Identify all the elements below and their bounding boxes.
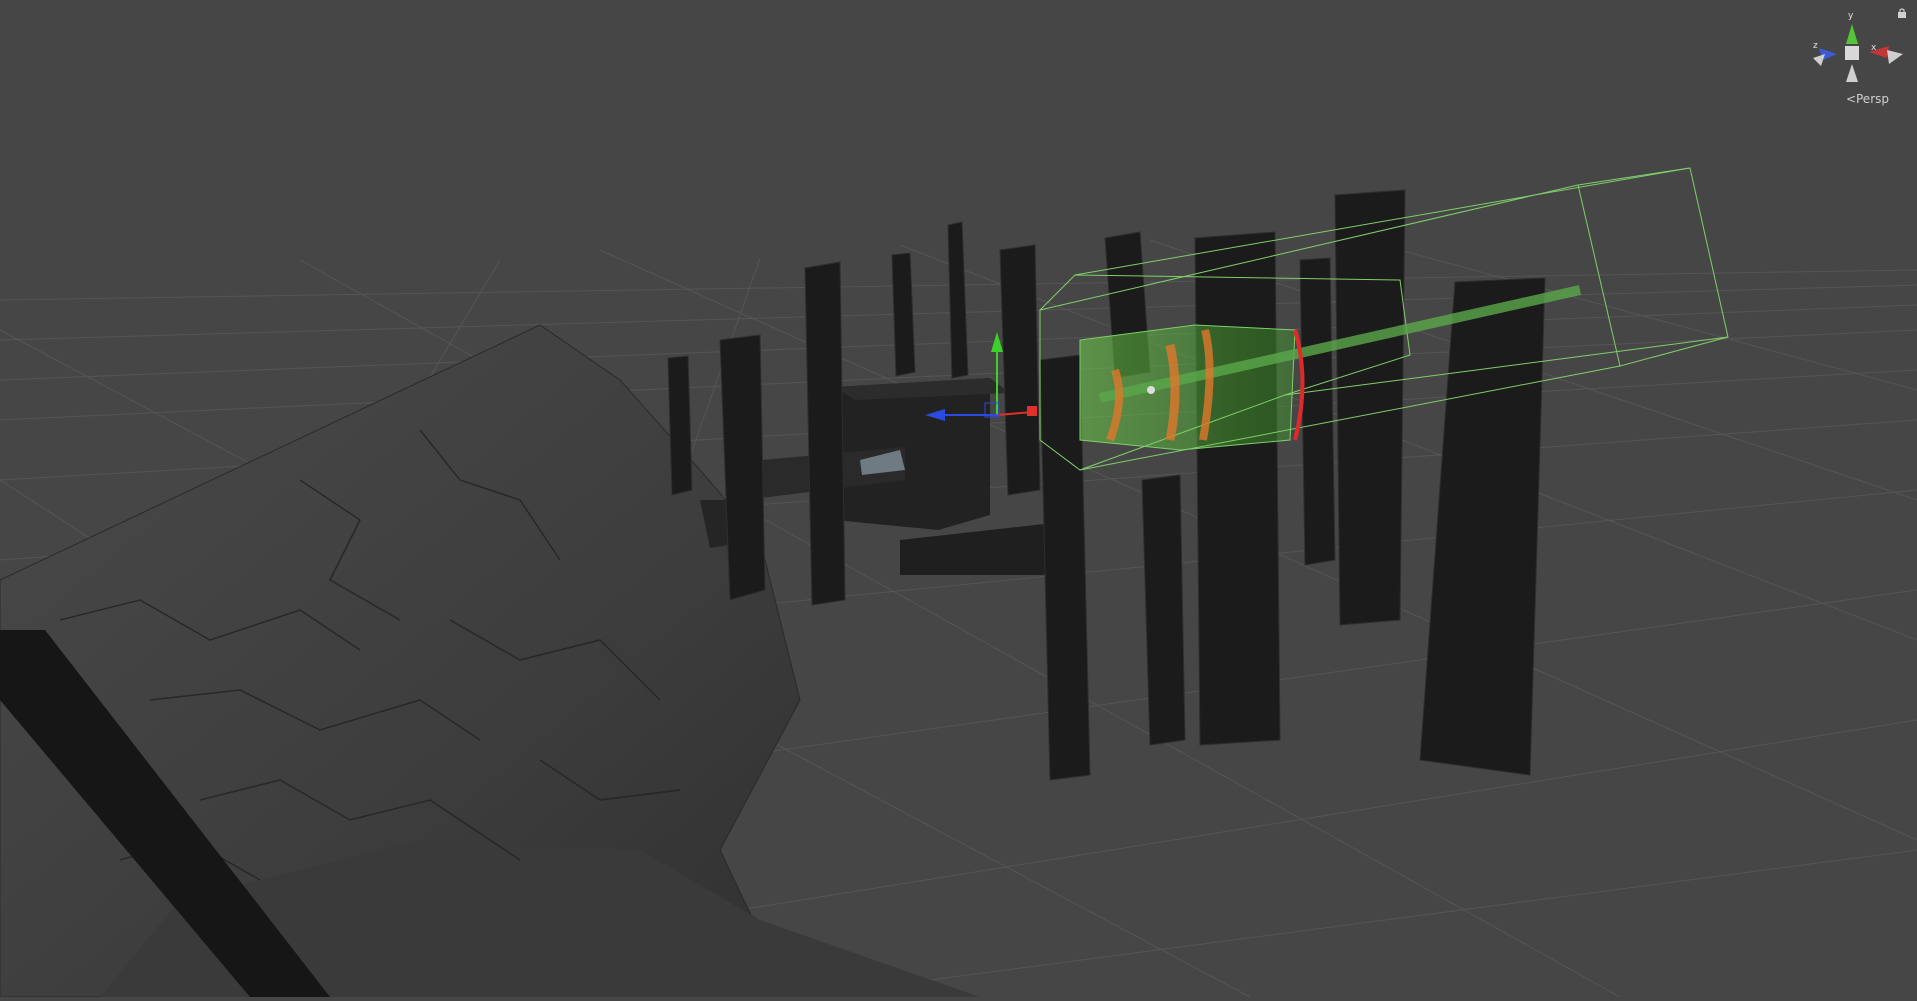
scene-canvas[interactable]	[0, 0, 1917, 998]
projection-label: Persp	[1856, 92, 1889, 106]
gizmo-z-label: z	[1813, 41, 1818, 51]
view-gizmo-icon[interactable]: y x z	[1807, 6, 1907, 96]
gizmo-center-cube[interactable]	[1845, 46, 1859, 60]
scene-viewport[interactable]: y x z <Persp	[0, 0, 1917, 998]
neg-x-cone[interactable]	[1887, 50, 1903, 64]
projection-toggle[interactable]: <Persp	[1846, 92, 1889, 106]
gizmo-x-label: x	[1871, 43, 1877, 53]
neg-y-cone[interactable]	[1846, 64, 1858, 82]
gizmo-y-label: y	[1848, 11, 1854, 21]
neg-z-cone[interactable]	[1813, 54, 1825, 66]
y-axis-cone[interactable]	[1846, 24, 1858, 44]
lock-icon[interactable]	[1897, 8, 1907, 18]
persp-arrow-icon: <	[1845, 92, 1856, 106]
